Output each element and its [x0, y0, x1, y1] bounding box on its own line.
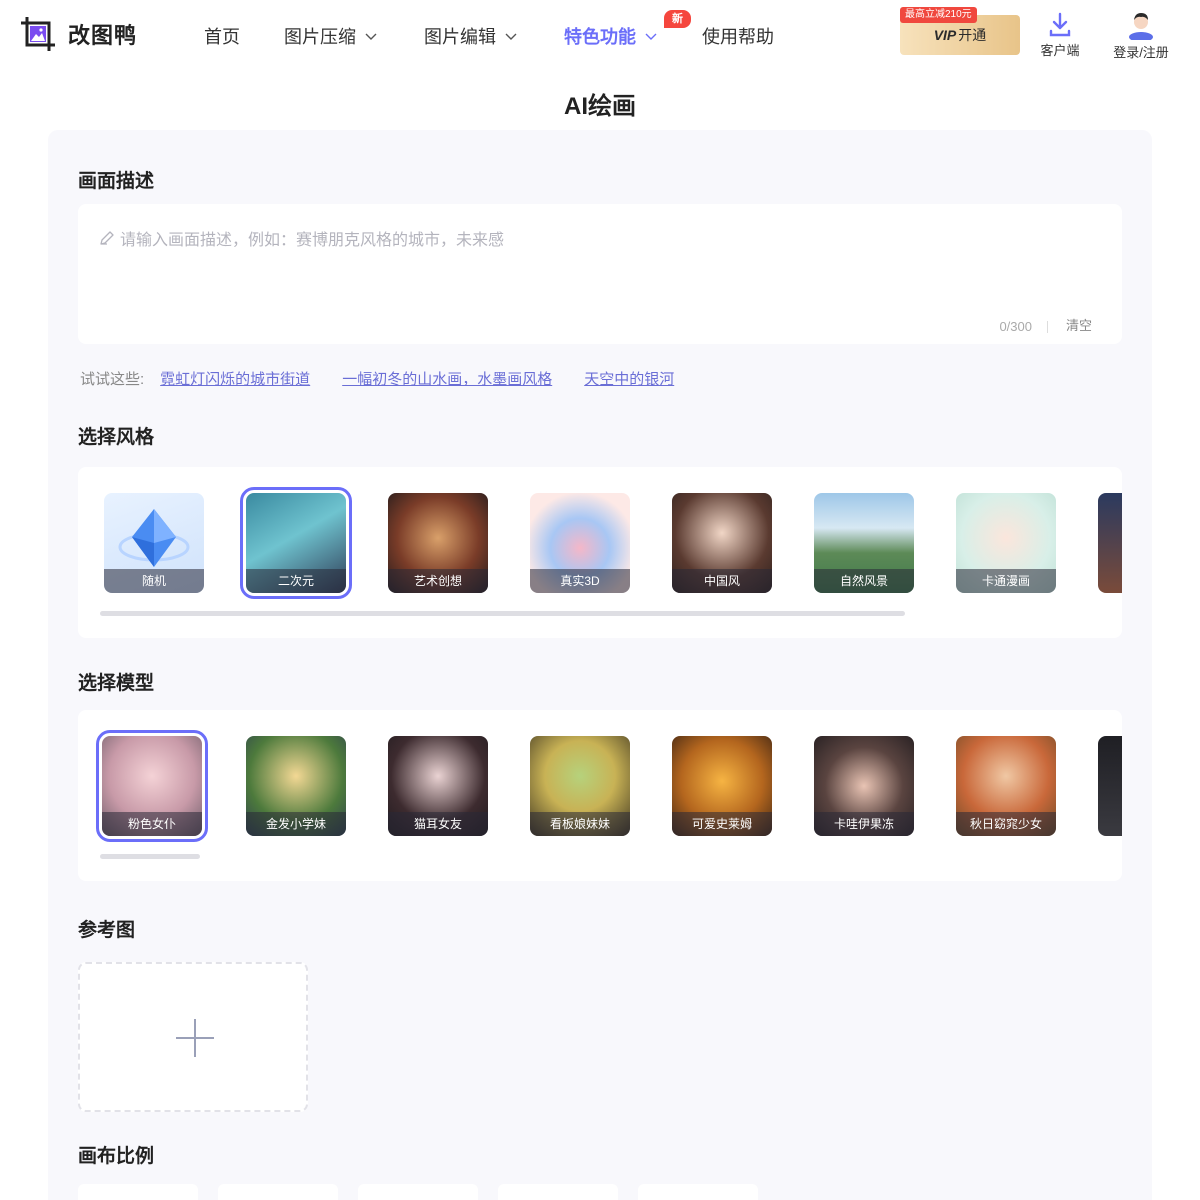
model-option-label: 猫耳女友 [388, 812, 488, 836]
suggestion-link[interactable]: 一幅初冬的山水画，水墨画风格 [342, 368, 552, 389]
description-input[interactable]: 请输入画面描述，例如：赛博朋克风格的城市，未来感 0/300 清空 [78, 204, 1122, 344]
clear-button[interactable]: 清空 [1066, 315, 1092, 334]
vip-action: 开通 [958, 27, 987, 43]
suggestion-row: 试试这些: 霓虹灯闪烁的城市街道 一幅初冬的山水画，水墨画风格 天空中的银河 [80, 368, 674, 389]
main-nav: 首页 图片压缩 图片编辑 特色功能 新 使用帮助 [204, 10, 774, 50]
style-option-label: 真实3D [530, 569, 630, 593]
style-option-landscape[interactable]: 自然风景 [814, 493, 914, 593]
model-option-partial[interactable] [1098, 736, 1122, 836]
nav-edit[interactable]: 图片编辑 [424, 22, 518, 50]
model-scrollbar[interactable] [100, 854, 200, 859]
style-option-3d[interactable]: 真实3D [530, 493, 630, 593]
chevron-down-icon [505, 33, 517, 40]
page-title: AI绘画 [564, 93, 636, 120]
nav-compress-label: 图片压缩 [284, 27, 356, 47]
brand-name: 改图鸭 [68, 23, 138, 48]
reference-upload[interactable] [78, 962, 308, 1112]
nav-features[interactable]: 特色功能 新 [564, 10, 691, 50]
nav-home[interactable]: 首页 [204, 22, 240, 50]
style-option-label: 自然风景 [814, 569, 914, 593]
nav-compress[interactable]: 图片压缩 [284, 22, 378, 50]
style-option-label: 二次元 [246, 569, 346, 593]
brand-logo[interactable]: 改图鸭 [20, 16, 137, 52]
suggestion-link[interactable]: 天空中的银河 [584, 368, 674, 389]
new-badge: 新 [664, 10, 691, 28]
model-option-label: 看板娘妹妹 [530, 812, 630, 836]
plus-icon [194, 1019, 196, 1057]
model-selector: 粉色女仆 金发小学妹 猫耳女友 看板娘妹妹 可爱史莱姆 卡哇伊果冻 秋日窈窕少女 [78, 710, 1122, 881]
nav-home-label: 首页 [204, 27, 240, 47]
model-option-jelly[interactable]: 卡哇伊果冻 [814, 736, 914, 836]
nav-features-label: 特色功能 [564, 27, 636, 47]
description-placeholder-text: 请输入画面描述，例如：赛博朋克风格的城市，未来感 [120, 232, 505, 249]
nav-help-label: 使用帮助 [702, 27, 774, 47]
style-option-random[interactable]: 随机 [104, 493, 204, 593]
style-option-partial[interactable] [1098, 493, 1122, 593]
canvas-ratio-title: 画布比例 [78, 1146, 155, 1167]
model-option-label: 金发小学妹 [246, 812, 346, 836]
model-title: 选择模型 [78, 673, 155, 694]
login-label: 登录/注册 [1113, 45, 1169, 60]
description-title: 画面描述 [78, 171, 155, 192]
ratio-option[interactable] [498, 1184, 618, 1200]
style-option-label: 卡通漫画 [956, 569, 1056, 593]
nav-edit-label: 图片编辑 [424, 27, 496, 47]
style-option-cartoon[interactable]: 卡通漫画 [956, 493, 1056, 593]
style-selector: 随机 二次元 艺术创想 真实3D 中国风 自然风景 卡通漫画 [78, 467, 1122, 638]
download-icon [1049, 12, 1071, 37]
logo-icon [21, 17, 55, 51]
model-option-catgirl[interactable]: 猫耳女友 [388, 736, 488, 836]
model-option-label: 秋日窈窕少女 [956, 812, 1056, 836]
suggestion-label: 试试这些: [80, 371, 145, 388]
description-placeholder: 请输入画面描述，例如：赛博朋克风格的城市，未来感 [98, 226, 504, 250]
style-option-label: 中国风 [672, 569, 772, 593]
style-title: 选择风格 [78, 427, 155, 448]
style-option-chinese[interactable]: 中国风 [672, 493, 772, 593]
vip-label: VIP [933, 27, 957, 43]
ratio-option[interactable] [218, 1184, 338, 1200]
login-button[interactable]: 登录/注册 [1106, 10, 1176, 61]
model-option-mascot[interactable]: 看板娘妹妹 [530, 736, 630, 836]
style-option-label: 艺术创想 [388, 569, 488, 593]
model-option-label: 可爱史莱姆 [672, 812, 772, 836]
reference-title: 参考图 [78, 920, 136, 941]
ratio-option[interactable] [78, 1184, 198, 1200]
model-option-label: 卡哇伊果冻 [814, 812, 914, 836]
model-option-slime[interactable]: 可爱史莱姆 [672, 736, 772, 836]
vip-discount-tag: 最高立减210元 [900, 7, 977, 23]
ratio-option[interactable] [358, 1184, 478, 1200]
divider [1047, 321, 1048, 333]
style-option-label: 随机 [104, 569, 204, 593]
client-download[interactable]: 客户端 [1038, 12, 1082, 59]
suggestion-link[interactable]: 霓虹灯闪烁的城市街道 [160, 368, 310, 389]
model-option-autumn[interactable]: 秋日窈窕少女 [956, 736, 1056, 836]
model-option-label: 粉色女仆 [102, 812, 202, 836]
top-header: 改图鸭 首页 图片压缩 图片编辑 特色功能 新 使用帮助 VIP 开通 最高立减… [0, 0, 1200, 72]
ratio-option[interactable] [638, 1184, 758, 1200]
chevron-down-icon [645, 33, 657, 40]
ratio-options [78, 1184, 758, 1200]
model-option-pink-maid[interactable]: 粉色女仆 [96, 730, 208, 842]
style-scrollbar[interactable] [100, 611, 905, 616]
nav-help[interactable]: 使用帮助 [702, 22, 774, 50]
chevron-down-icon [365, 33, 377, 40]
style-option-anime[interactable]: 二次元 [240, 487, 352, 599]
client-label: 客户端 [1040, 43, 1080, 58]
style-option-art[interactable]: 艺术创想 [388, 493, 488, 593]
avatar-icon [1129, 13, 1153, 40]
model-option-blonde[interactable]: 金发小学妹 [246, 736, 346, 836]
pencil-icon [100, 231, 114, 245]
char-counter: 0/300 [999, 319, 1032, 334]
